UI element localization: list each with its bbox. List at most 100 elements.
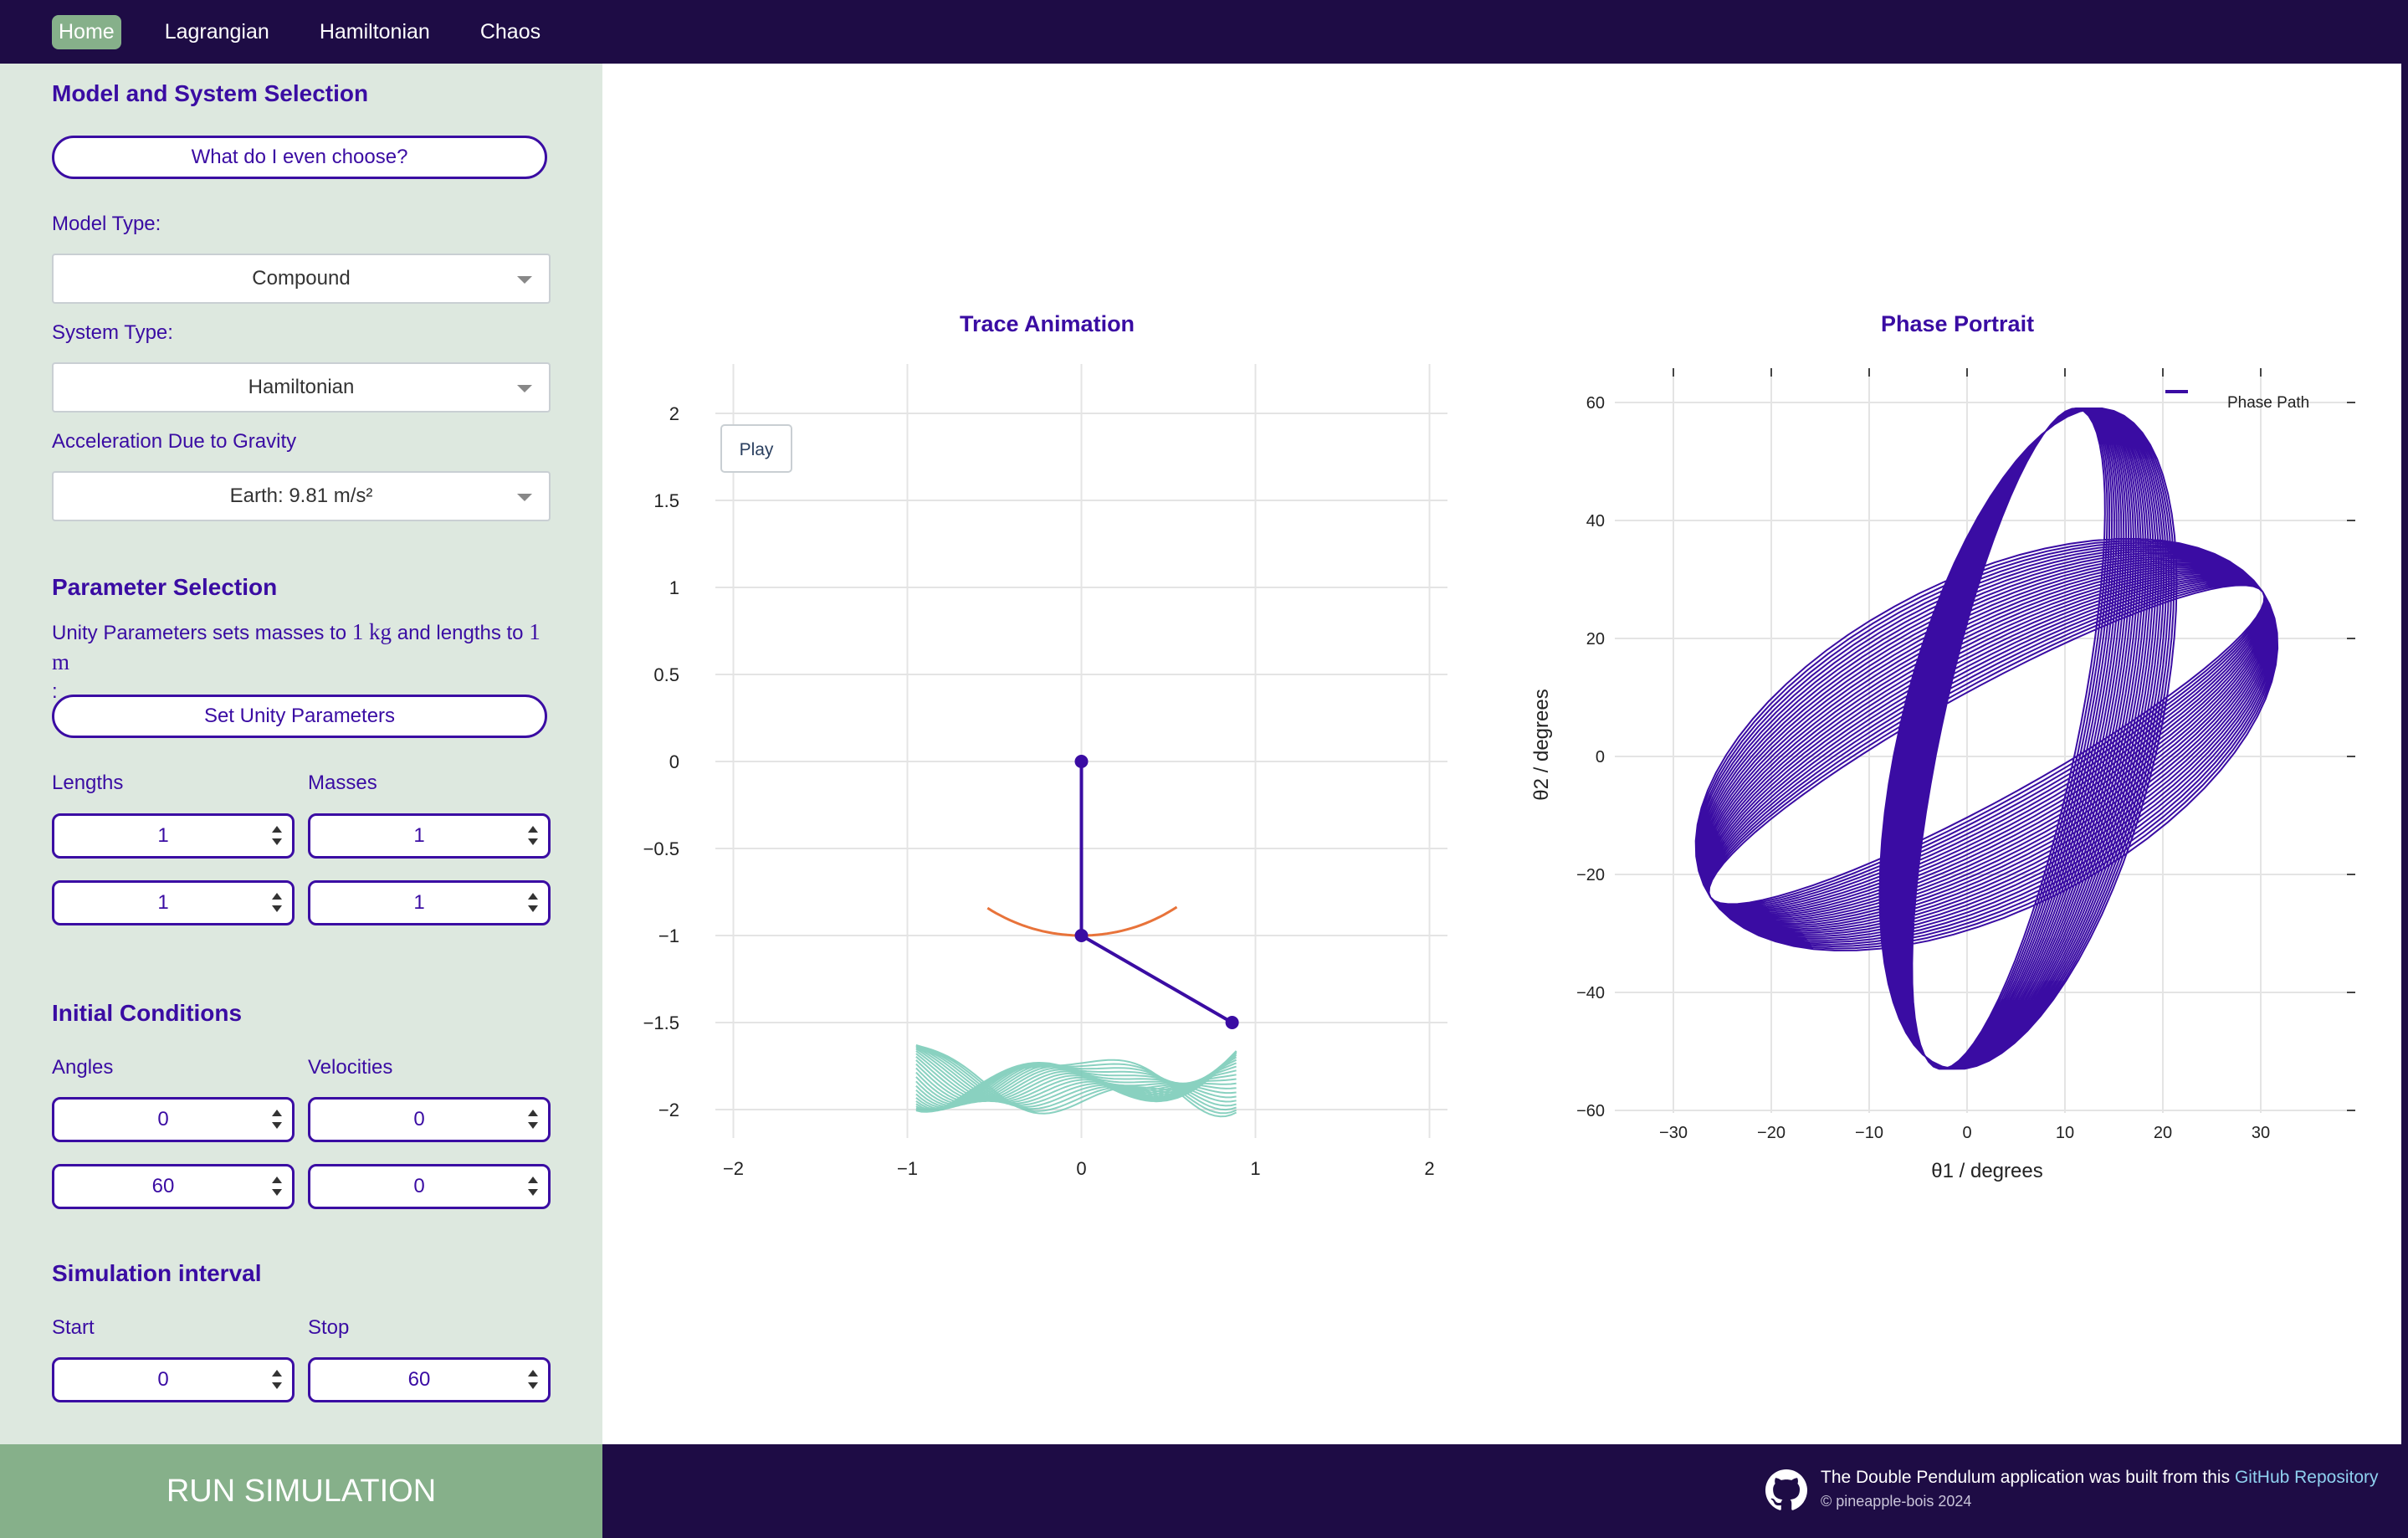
x-tick-label: 10 — [2056, 1124, 2074, 1142]
x-tick-label: −2 — [723, 1158, 744, 1179]
mass2-input[interactable]: 1 — [308, 880, 551, 925]
y-tick-label: 20 — [1586, 630, 1605, 649]
angle1-input[interactable]: 0 — [52, 1097, 295, 1142]
choose-help-button[interactable]: What do I even choose? — [52, 136, 547, 179]
trace-animation-chart: −2 −1 0 1 2 2 1.5 1 0.5 0 −0.5 −1 −1.5 −2 Play — [643, 364, 1447, 1179]
velocity1-input[interactable]: 0 — [308, 1097, 551, 1142]
start-label: Start — [52, 1316, 95, 1339]
gravity-select[interactable]: Earth: 9.81 m/s² — [52, 471, 551, 521]
y-axis-label: θ2 / degrees — [1530, 689, 1553, 800]
top-navigation: Home Lagrangian Hamiltonian Chaos — [0, 0, 2408, 64]
gravity-value: Earth: 9.81 m/s² — [229, 484, 373, 507]
pendulum-bob-2 — [1225, 1016, 1239, 1029]
angle2-value: 60 — [151, 1175, 175, 1197]
start-input[interactable]: 0 — [52, 1357, 295, 1402]
run-simulation-button[interactable]: RUN SIMULATION — [0, 1444, 602, 1538]
param-section-title: Parameter Selection — [52, 574, 278, 600]
stepper-icon[interactable] — [272, 1175, 282, 1198]
phase-portrait-chart: −30 −20 −10 0 10 20 30 60 40 20 0 −20 −40 −60 θ1 / deg… — [1530, 368, 2355, 1182]
unity-text-1: Unity Parameters sets masses to — [52, 622, 347, 644]
system-type-select[interactable]: Hamiltonian — [52, 362, 551, 413]
nav-hamiltonian[interactable]: Hamiltonian — [313, 15, 437, 49]
stepper-icon[interactable] — [528, 891, 538, 915]
y-tick-label: 0 — [669, 751, 679, 772]
y-tick-label: 2 — [669, 403, 679, 424]
model-section-title: Model and System Selection — [52, 80, 369, 106]
y-tick-label: 60 — [1586, 394, 1605, 413]
stepper-icon[interactable] — [272, 891, 282, 915]
system-type-label: System Type: — [52, 321, 173, 344]
stepper-icon[interactable] — [528, 1175, 538, 1198]
stepper-icon[interactable] — [272, 1368, 282, 1392]
length1-input[interactable]: 1 — [52, 813, 295, 859]
y-tick-label: −0.5 — [643, 838, 679, 859]
x-axis-label: θ1 / degrees — [1931, 1160, 2042, 1182]
x-tick-label: 30 — [2252, 1124, 2270, 1142]
window-edge — [2401, 64, 2408, 1444]
legend-label: Phase Path — [2227, 394, 2309, 412]
y-tick-label: 0 — [1596, 748, 1605, 766]
model-type-select[interactable]: Compound — [52, 254, 551, 304]
stepper-icon[interactable] — [528, 824, 538, 848]
github-icon[interactable] — [1765, 1469, 1807, 1511]
set-unity-button[interactable]: Set Unity Parameters — [52, 695, 547, 738]
footer-desc: The Double Pendulum application was buil… — [1821, 1468, 2231, 1487]
start-value: 0 — [157, 1368, 169, 1391]
x-tick-label: −10 — [1855, 1124, 1883, 1142]
mass1-value: 1 — [413, 824, 425, 847]
stepper-icon[interactable] — [272, 824, 282, 848]
footer-copyright: © pineapple-bois 2024 — [1821, 1493, 1972, 1510]
play-button-label[interactable]: Play — [740, 440, 774, 459]
y-tick-label: 1 — [669, 577, 679, 598]
stop-input[interactable]: 60 — [308, 1357, 551, 1402]
nav-home[interactable]: Home — [52, 14, 121, 49]
stepper-icon[interactable] — [528, 1108, 538, 1131]
mass1-input[interactable]: 1 — [308, 813, 551, 859]
chevron-down-icon — [517, 385, 532, 392]
phase-path-series — [1694, 408, 2279, 1070]
stepper-icon[interactable] — [528, 1368, 538, 1392]
model-type-label: Model Type: — [52, 213, 161, 235]
x-tick-label: −20 — [1757, 1124, 1786, 1142]
system-type-value: Hamiltonian — [248, 376, 355, 398]
angles-label: Angles — [52, 1056, 114, 1079]
angle2-input[interactable]: 60 — [52, 1164, 295, 1209]
nav-lagrangian[interactable]: Lagrangian — [158, 15, 276, 49]
velocities-label: Velocities — [308, 1056, 393, 1079]
y-tick-label: −20 — [1576, 866, 1605, 884]
y-tick-label: 1.5 — [653, 490, 679, 511]
trace-chart-title: Trace Animation — [960, 311, 1135, 336]
y-tick-label: −1 — [658, 925, 679, 946]
pendulum-rod-2 — [1080, 934, 1233, 1024]
x-tick-label: −1 — [897, 1158, 918, 1179]
x-tick-label: 20 — [2154, 1124, 2172, 1142]
x-tick-label: 2 — [1424, 1158, 1434, 1179]
velocity2-input[interactable]: 0 — [308, 1164, 551, 1209]
velocity2-value: 0 — [413, 1175, 425, 1197]
stepper-icon[interactable] — [272, 1108, 282, 1131]
github-repo-link[interactable]: GitHub Repository — [2235, 1468, 2379, 1487]
length1-value: 1 — [157, 824, 169, 847]
x-tick-label: 1 — [1250, 1158, 1260, 1179]
nav-chaos[interactable]: Chaos — [474, 15, 547, 49]
pendulum-pivot — [1074, 755, 1089, 768]
velocity1-value: 0 — [413, 1108, 425, 1130]
unity-text-2: and lengths to — [397, 622, 524, 644]
y-tick-label: 40 — [1586, 512, 1605, 531]
chevron-down-icon — [517, 276, 532, 284]
x-tick-label: −30 — [1659, 1124, 1688, 1142]
y-tick-label: −60 — [1576, 1102, 1605, 1120]
lengths-label: Lengths — [52, 772, 124, 794]
length2-input[interactable]: 1 — [52, 880, 295, 925]
stop-label: Stop — [308, 1316, 350, 1339]
bob2-trace — [915, 1043, 1237, 1118]
stop-value: 60 — [407, 1368, 431, 1391]
y-tick-label: −1.5 — [643, 1013, 679, 1033]
mass2-value: 1 — [413, 891, 425, 914]
pendulum-bob-1 — [1074, 929, 1089, 942]
masses-label: Masses — [308, 772, 377, 794]
angle1-value: 0 — [157, 1108, 169, 1130]
gravity-label: Acceleration Due to Gravity — [52, 430, 297, 453]
interval-section-title: Simulation interval — [52, 1260, 262, 1286]
length2-value: 1 — [157, 891, 169, 914]
